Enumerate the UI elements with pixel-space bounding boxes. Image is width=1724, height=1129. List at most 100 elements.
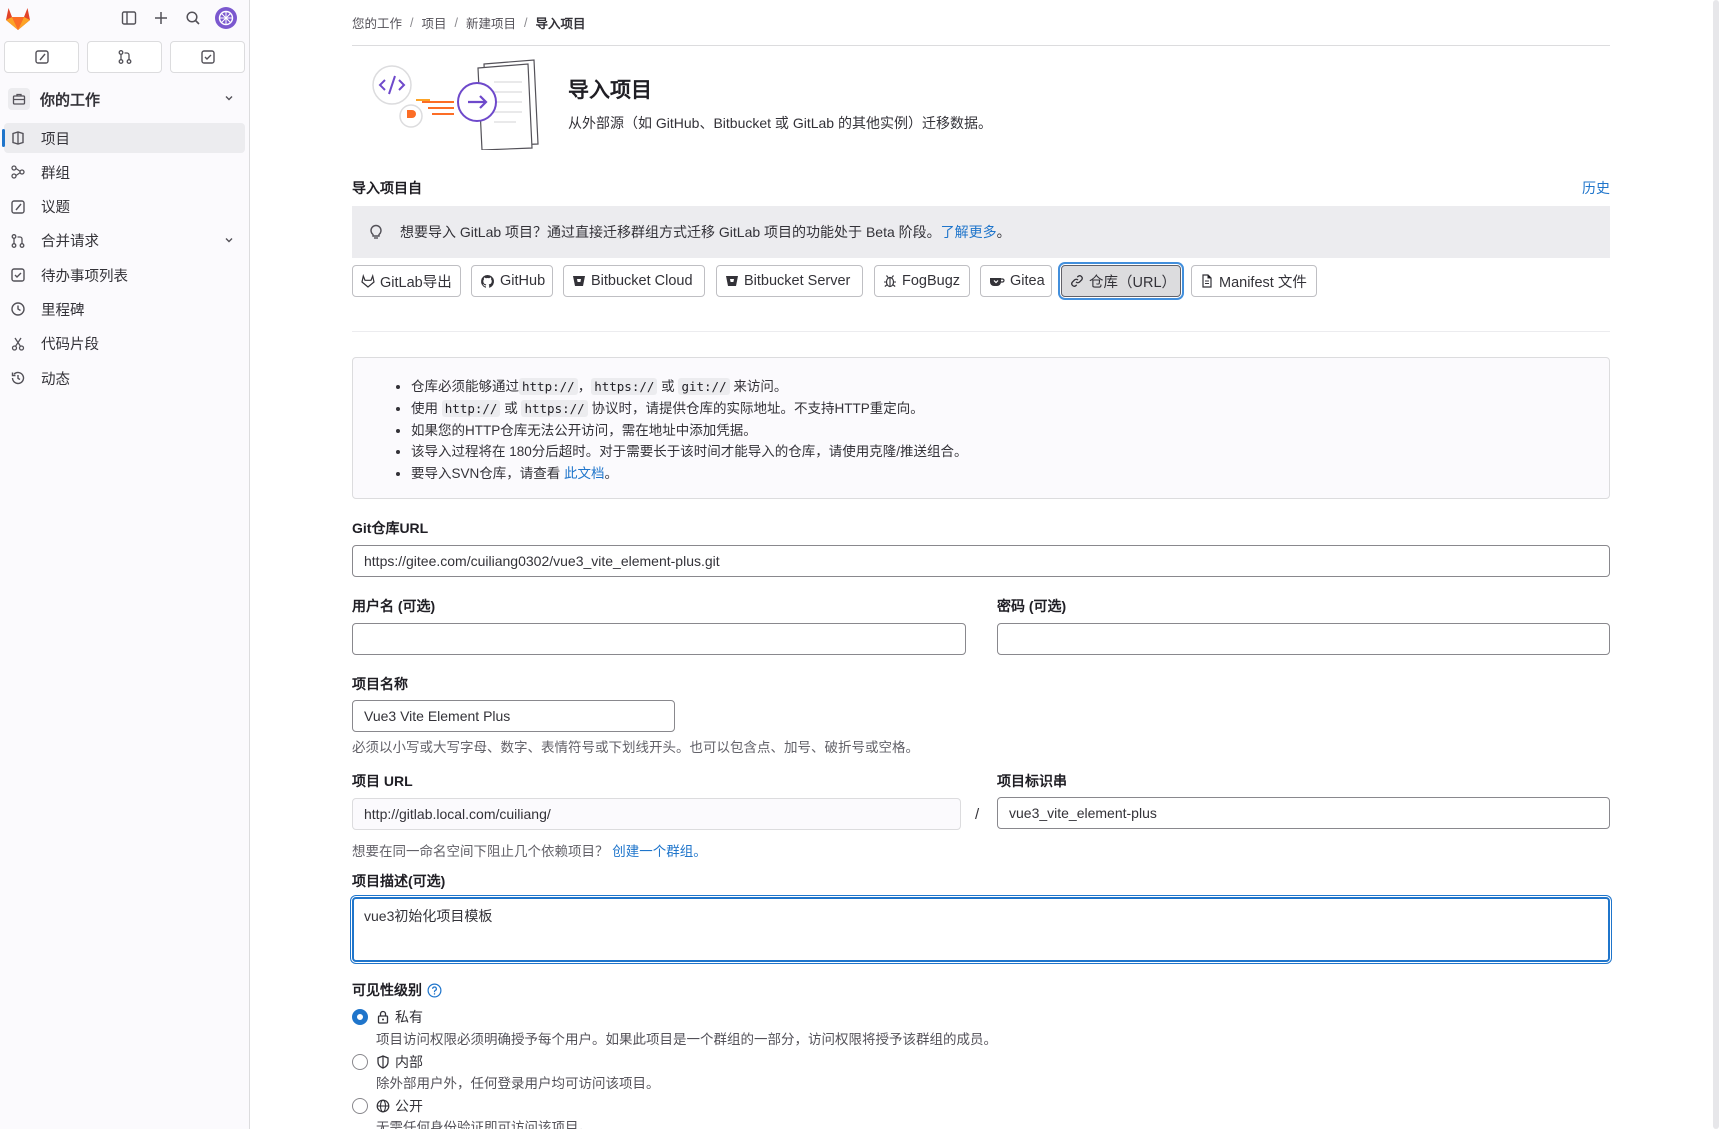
plus-icon[interactable] <box>151 8 171 28</box>
manifest-file-button[interactable]: Manifest 文件 <box>1191 265 1317 297</box>
password-label: 密码 (可选) <box>997 598 1067 614</box>
list-item: 仓库必须能够通过http://，https:// 或 git:// 来访问。 <box>411 376 1609 398</box>
chevron-down-icon <box>223 234 235 246</box>
repository-url-button[interactable]: 仓库（URL） <box>1061 265 1181 297</box>
bitbucket-icon <box>572 274 586 288</box>
tanuki-icon <box>361 274 375 288</box>
button-label: FogBugz <box>902 273 961 289</box>
sidebar-item-snippets[interactable]: 代码片段 <box>4 329 245 359</box>
bitbucket-cloud-button[interactable]: Bitbucket Cloud <box>563 265 705 297</box>
button-label: 仓库（URL） <box>1089 274 1177 291</box>
password-input[interactable] <box>997 623 1610 655</box>
breadcrumb-item[interactable]: 项目 <box>422 13 447 32</box>
issues-quick-button[interactable] <box>4 41 79 73</box>
list-item: 该导入过程将在 180分后超时。对于需要长于该时间才能导入的仓库，请使用克隆/推… <box>411 441 1609 463</box>
lightbulb-icon <box>368 224 384 240</box>
todos-quick-button[interactable] <box>170 41 245 73</box>
merge-request-icon <box>118 50 131 64</box>
merge-request-icon <box>10 233 26 249</box>
breadcrumb-item[interactable]: 您的工作 <box>352 13 402 32</box>
visibility-internal-option[interactable]: 内部 <box>352 1052 423 1072</box>
description-textarea[interactable]: vue3初始化项目模板 <box>352 897 1610 962</box>
sidebar-item-label: 合并请求 <box>41 234 99 251</box>
gitea-icon <box>989 274 1005 288</box>
group-icon <box>10 164 26 180</box>
sidebar-item-label: 代码片段 <box>41 337 99 354</box>
breadcrumb-separator: / <box>454 15 458 30</box>
todo-icon <box>10 267 26 283</box>
visibility-private-option[interactable]: 私有 <box>352 1007 423 1027</box>
avatar[interactable] <box>214 6 238 30</box>
list-item: 使用 http:// 或 https:// 协议时，请提供仓库的实际地址。不支持… <box>411 398 1609 420</box>
sidebar-header <box>0 0 249 36</box>
bitbucket-server-button[interactable]: Bitbucket Server <box>716 265 863 297</box>
bug-icon <box>883 274 897 288</box>
merge-requests-quick-button[interactable] <box>87 41 162 73</box>
toggle-sidebar-icon[interactable] <box>119 8 139 28</box>
breadcrumb-separator: / <box>524 15 528 30</box>
internal-label: 内部 <box>395 1054 423 1070</box>
private-radio[interactable] <box>352 1009 368 1025</box>
sidebar-item-merge-requests[interactable]: 合并请求 <box>4 226 245 256</box>
visibility-title: 可见性级别 <box>352 980 442 1000</box>
earth-icon <box>376 1099 390 1113</box>
bitbucket-icon <box>725 274 739 288</box>
github-button[interactable]: GitHub <box>471 265 553 297</box>
project-url-label: 项目 URL <box>352 773 413 789</box>
alert-text: 想要导入 GitLab 项目？通过直接迁移群组方式迁移 GitLab 项目的功能… <box>400 224 941 240</box>
divider <box>352 331 1610 332</box>
fogbugz-button[interactable]: FogBugz <box>874 265 970 297</box>
question-icon[interactable] <box>427 983 442 998</box>
issues-icon <box>10 199 26 215</box>
breadcrumb-current[interactable]: 导入项目 <box>536 13 586 32</box>
project-url-namespace[interactable]: http://gitlab.local.com/cuiliang/ <box>352 798 961 830</box>
sidebar-quick-actions <box>4 41 245 73</box>
github-icon <box>480 274 495 289</box>
project-name-input[interactable]: Vue3 Vite Element Plus <box>352 700 675 732</box>
button-label: Bitbucket Cloud <box>591 273 693 289</box>
sidebar-item-milestones[interactable]: 里程碑 <box>4 294 245 324</box>
svn-docs-link[interactable]: 此文档 <box>564 466 605 481</box>
breadcrumb-item[interactable]: 新建项目 <box>466 13 516 32</box>
sidebar-item-label: 动态 <box>41 371 70 388</box>
button-label: Gitea <box>1010 273 1045 289</box>
private-label: 私有 <box>395 1009 423 1025</box>
visibility-public-option[interactable]: 公开 <box>352 1096 423 1116</box>
sidebar-item-activity[interactable]: 动态 <box>4 363 245 393</box>
document-icon <box>1200 274 1214 288</box>
page-scrollbar[interactable] <box>1713 0 1719 1129</box>
search-icon[interactable] <box>183 8 203 28</box>
briefcase-icon <box>8 88 30 110</box>
public-radio[interactable] <box>352 1098 368 1114</box>
sidebar-nav: 项目 群组 议题 合并请求 待办事项列表 里程碑 代码片段 动态 <box>2 123 245 397</box>
link-icon <box>1070 274 1084 288</box>
sidebar-item-todos[interactable]: 待办事项列表 <box>4 260 245 290</box>
description-label: 项目描述(可选) <box>352 873 446 889</box>
button-label: Manifest 文件 <box>1219 274 1307 291</box>
gitlab-export-button[interactable]: GitLab导出 <box>352 265 461 297</box>
project-slug-label: 项目标识串 <box>997 773 1067 789</box>
sidebar-item-issues[interactable]: 议题 <box>4 192 245 222</box>
alert-message: 想要导入 GitLab 项目？通过直接迁移群组方式迁移 GitLab 项目的功能… <box>400 222 1011 242</box>
gitea-button[interactable]: Gitea <box>980 265 1052 297</box>
list-item: 如果您的HTTP仓库无法公开访问，需在地址中添加凭据。 <box>411 420 1609 442</box>
sidebar: 你的工作 项目 群组 议题 合并请求 待办事项列表 里程碑 代码片段 动态 <box>0 0 250 1129</box>
internal-radio[interactable] <box>352 1054 368 1070</box>
project-name-label: 项目名称 <box>352 676 408 692</box>
gitlab-logo-icon[interactable] <box>4 5 32 31</box>
project-slug-input[interactable]: vue3_vite_element-plus <box>997 797 1610 829</box>
context-switcher[interactable]: 你的工作 <box>4 84 245 114</box>
chevron-down-icon <box>223 92 235 104</box>
context-label: 你的工作 <box>40 91 101 109</box>
public-label: 公开 <box>395 1098 423 1114</box>
create-group-link[interactable]: 创建一个群组。 <box>612 844 707 859</box>
beta-alert: 想要导入 GitLab 项目？通过直接迁移群组方式迁移 GitLab 项目的功能… <box>352 206 1610 258</box>
sidebar-item-groups[interactable]: 群组 <box>4 157 245 187</box>
sidebar-item-projects[interactable]: 项目 <box>2 123 245 153</box>
git-url-input[interactable]: https://gitee.com/cuiliang0302/vue3_vite… <box>352 545 1610 577</box>
lock-icon <box>376 1010 390 1024</box>
learn-more-link[interactable]: 了解更多 <box>941 224 997 240</box>
username-input[interactable] <box>352 623 966 655</box>
history-link[interactable]: 历史 <box>1582 178 1610 198</box>
page-title: 导入项目 <box>568 79 652 102</box>
